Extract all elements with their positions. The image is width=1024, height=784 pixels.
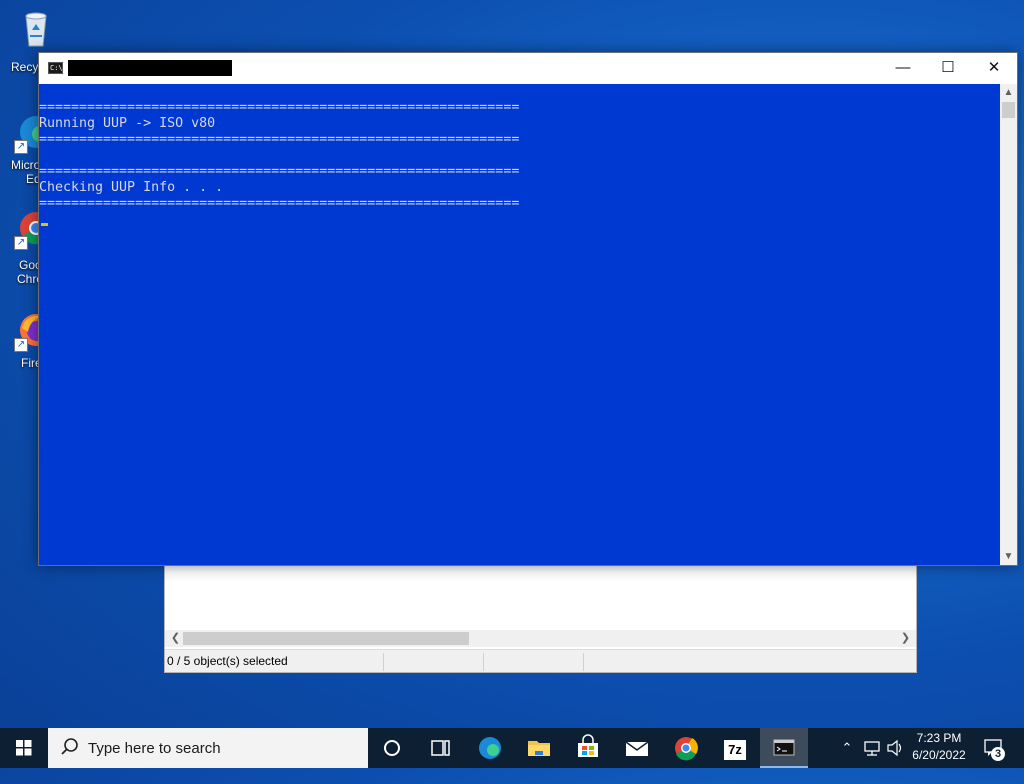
horizontal-scrollbar[interactable]: ❮ ❯ [165,630,916,647]
speaker-icon [887,739,902,757]
clock-time: 7:23 PM [916,731,962,745]
file-explorer-icon [528,741,550,756]
taskbar: Type here to search 7z ⌃ 7:23 PM 6/20/20… [0,728,1024,768]
search-placeholder: Type here to search [88,740,221,757]
network-button[interactable] [860,728,884,768]
chrome-taskbar-button[interactable] [662,728,710,768]
console-line: ========================================… [39,196,520,211]
console-line: ========================================… [39,100,520,115]
shortcut-arrow-icon: ↗ [14,236,28,250]
scroll-up-icon[interactable]: ▲ [1000,84,1017,101]
windows-logo-icon [16,740,32,756]
redacted-title [68,60,232,76]
scrollbar-thumb[interactable] [1002,102,1015,118]
edge-taskbar-button[interactable] [466,728,514,768]
cortana-icon [384,740,400,756]
edge-icon [479,737,501,759]
start-button[interactable] [0,728,48,768]
console-window[interactable]: C:\ — ☐ ✕ ==============================… [38,52,1018,566]
mail-button[interactable] [613,728,661,768]
status-divider [483,653,484,671]
search-icon [61,738,78,755]
shortcut-arrow-icon: ↗ [14,338,28,352]
close-button[interactable]: ✕ [971,53,1017,84]
store-icon [578,734,598,757]
title-bar[interactable]: C:\ — ☐ ✕ [39,53,1017,84]
task-view-button[interactable] [416,728,464,768]
status-divider [583,653,584,671]
store-button[interactable] [564,728,612,768]
volume-button[interactable] [884,728,906,768]
minimize-button[interactable]: — [880,53,926,84]
cmd-icon [773,739,795,756]
console-line: ========================================… [39,132,520,147]
network-icon [864,741,880,756]
cmd-taskbar-button[interactable] [760,728,808,768]
clock-date: 6/20/2022 [912,748,966,762]
console-line: Checking UUP Info . . . [39,180,224,195]
file-explorer-button[interactable] [515,728,563,768]
taskbar-search[interactable]: Type here to search [48,728,368,768]
status-bar: 0 / 5 object(s) selected [165,649,916,672]
selection-status: 0 / 5 object(s) selected [167,654,288,668]
edge-label-1: Micro [11,158,41,172]
7zip-icon: 7z [724,740,746,760]
chrome-icon [675,737,698,761]
status-divider [383,653,384,671]
clock[interactable]: 7:23 PM 6/20/2022 [904,730,974,764]
console-output[interactable]: ========================================… [39,84,1000,565]
chevron-up-icon: ⌃ [841,740,853,755]
cortana-button[interactable] [368,728,416,768]
notifications-button[interactable]: 3 [978,728,1018,768]
maximize-button[interactable]: ☐ [925,53,971,84]
console-text: ========================================… [39,84,1000,212]
console-line: ========================================… [39,164,520,179]
console-line: Running UUP -> ISO v80 [39,116,216,131]
scroll-down-icon[interactable]: ▼ [1000,548,1017,565]
task-view-icon [431,740,450,756]
scroll-right-icon[interactable]: ❯ [897,630,914,647]
background-window: ❮ ❯ 0 / 5 object(s) selected [164,560,917,673]
7zip-taskbar-button[interactable]: 7z [711,728,759,768]
text-cursor [41,223,48,226]
mail-icon [625,741,649,756]
recycle-bin-icon [25,12,47,47]
show-hidden-icons-button[interactable]: ⌃ [836,728,858,768]
scroll-left-icon[interactable]: ❮ [167,630,184,647]
cmd-app-icon: C:\ [48,62,63,74]
vertical-scrollbar[interactable]: ▲ ▼ [1000,84,1017,565]
notification-count: 3 [994,748,1002,760]
shortcut-arrow-icon: ↗ [14,140,28,154]
scrollbar-thumb[interactable] [183,632,469,645]
